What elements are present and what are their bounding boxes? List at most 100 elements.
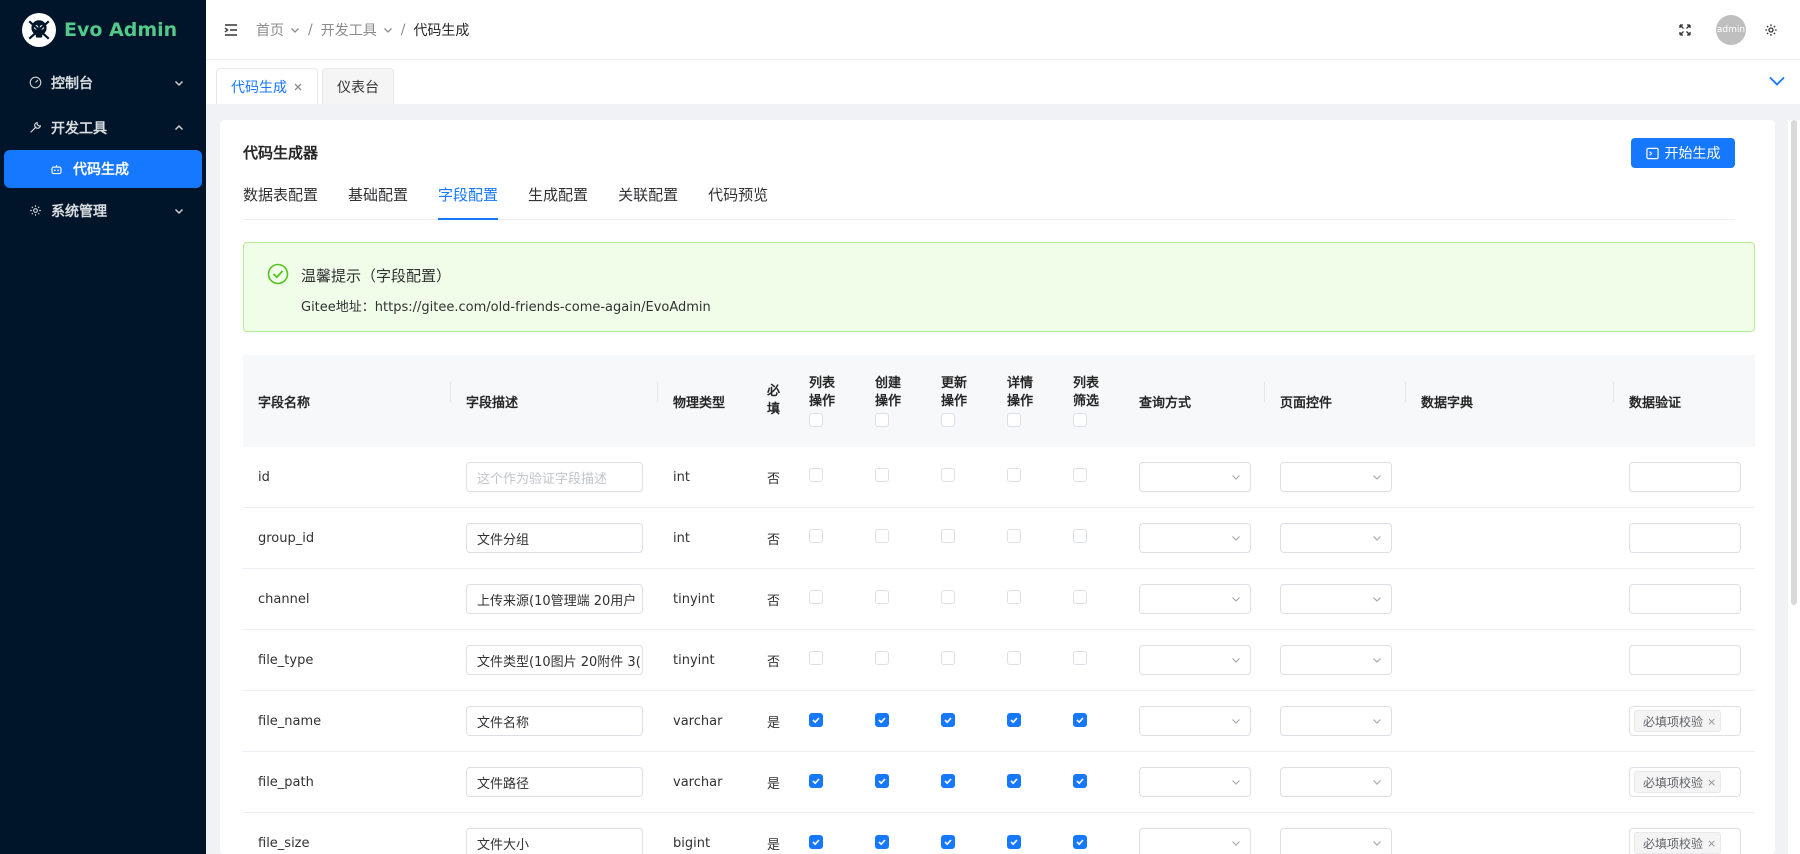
detail-op-checkbox[interactable] bbox=[1007, 774, 1021, 788]
detail-op-checkbox[interactable] bbox=[1007, 835, 1021, 849]
page-control-select[interactable] bbox=[1280, 706, 1392, 736]
validation-select[interactable]: 必填项校验 × bbox=[1629, 828, 1741, 854]
list-filter-checkbox[interactable] bbox=[1073, 468, 1087, 482]
select-all-checkbox[interactable] bbox=[1073, 413, 1087, 427]
tab-generate-config[interactable]: 生成配置 bbox=[528, 184, 588, 220]
field-desc-input[interactable]: 文件名称 bbox=[466, 706, 643, 736]
create-op-checkbox[interactable] bbox=[875, 651, 889, 665]
list-op-checkbox[interactable] bbox=[809, 774, 823, 788]
breadcrumb-home[interactable]: 首页 bbox=[256, 20, 284, 40]
create-op-checkbox[interactable] bbox=[875, 835, 889, 849]
list-op-checkbox[interactable] bbox=[809, 529, 823, 543]
list-filter-checkbox[interactable] bbox=[1073, 774, 1087, 788]
th-line2: 筛选 bbox=[1073, 394, 1100, 409]
logo[interactable]: Evo Admin bbox=[0, 0, 206, 60]
detail-op-checkbox[interactable] bbox=[1007, 590, 1021, 604]
start-generate-button[interactable]: 开始生成 bbox=[1631, 138, 1735, 168]
list-filter-checkbox[interactable] bbox=[1073, 835, 1087, 849]
query-method-select[interactable] bbox=[1139, 584, 1251, 614]
tab-dashboard[interactable]: 仪表台 bbox=[322, 68, 394, 104]
tag-close-icon[interactable]: × bbox=[1707, 837, 1716, 850]
sidebar-item-dev-tools[interactable]: 开发工具 bbox=[0, 105, 206, 150]
query-method-select[interactable] bbox=[1139, 645, 1251, 675]
update-op-checkbox[interactable] bbox=[941, 468, 955, 482]
page-scrollbar[interactable] bbox=[1788, 120, 1800, 854]
update-op-checkbox[interactable] bbox=[941, 774, 955, 788]
avatar[interactable]: admin bbox=[1716, 14, 1746, 45]
create-op-checkbox[interactable] bbox=[875, 468, 889, 482]
update-op-checkbox[interactable] bbox=[941, 529, 955, 543]
validation-select[interactable] bbox=[1629, 462, 1741, 492]
chevron-down-icon bbox=[1372, 716, 1382, 726]
field-desc-input[interactable]: 上传来源(10管理端 20用户 bbox=[466, 584, 643, 614]
create-op-checkbox[interactable] bbox=[875, 529, 889, 543]
close-icon[interactable] bbox=[293, 82, 303, 92]
page-control-select[interactable] bbox=[1280, 645, 1392, 675]
query-method-select[interactable] bbox=[1139, 462, 1251, 492]
update-op-checkbox[interactable] bbox=[941, 651, 955, 665]
page-control-select[interactable] bbox=[1280, 523, 1392, 553]
update-op-checkbox[interactable] bbox=[941, 590, 955, 604]
tab-field-config[interactable]: 字段配置 bbox=[438, 184, 499, 220]
tab-basic-config[interactable]: 基础配置 bbox=[348, 184, 408, 220]
list-op-checkbox[interactable] bbox=[809, 468, 823, 482]
page-control-select[interactable] bbox=[1280, 828, 1392, 854]
update-op-checkbox[interactable] bbox=[941, 713, 955, 727]
detail-op-checkbox[interactable] bbox=[1007, 651, 1021, 665]
sidebar-item-system[interactable]: 系统管理 bbox=[0, 188, 206, 233]
query-method-select[interactable] bbox=[1139, 767, 1251, 797]
field-desc-input[interactable]: 文件类型(10图片 20附件 3( bbox=[466, 645, 643, 675]
field-desc-input[interactable]: 文件大小 bbox=[466, 828, 643, 854]
tag-close-icon[interactable]: × bbox=[1707, 715, 1716, 728]
select-all-checkbox[interactable] bbox=[809, 413, 823, 427]
th-line2: 操作 bbox=[809, 394, 836, 409]
create-op-checkbox[interactable] bbox=[875, 713, 889, 727]
chevron-down-icon[interactable] bbox=[290, 25, 300, 35]
detail-op-checkbox[interactable] bbox=[1007, 468, 1021, 482]
list-filter-checkbox[interactable] bbox=[1073, 713, 1087, 727]
page-control-select[interactable] bbox=[1280, 767, 1392, 797]
validation-select[interactable]: 必填项校验 × bbox=[1629, 767, 1741, 797]
chevron-down-icon[interactable] bbox=[383, 25, 393, 35]
fullscreen-icon[interactable] bbox=[1678, 23, 1692, 37]
tag-close-icon[interactable]: × bbox=[1707, 776, 1716, 789]
field-desc-input[interactable]: 文件路径 bbox=[466, 767, 643, 797]
validation-select[interactable] bbox=[1629, 645, 1741, 675]
query-method-select[interactable] bbox=[1139, 706, 1251, 736]
query-method-select[interactable] bbox=[1139, 523, 1251, 553]
tab-table-config[interactable]: 数据表配置 bbox=[243, 184, 318, 220]
list-filter-checkbox[interactable] bbox=[1073, 651, 1087, 665]
select-all-checkbox[interactable] bbox=[1007, 413, 1021, 427]
list-filter-checkbox[interactable] bbox=[1073, 590, 1087, 604]
tab-relation-config[interactable]: 关联配置 bbox=[618, 184, 678, 220]
list-op-checkbox[interactable] bbox=[809, 713, 823, 727]
list-filter-checkbox[interactable] bbox=[1073, 529, 1087, 543]
detail-op-checkbox[interactable] bbox=[1007, 529, 1021, 543]
page-control-select[interactable] bbox=[1280, 584, 1392, 614]
sidebar-item-code-gen[interactable]: 代码生成 bbox=[4, 150, 202, 188]
sidebar-item-dashboard[interactable]: 控制台 bbox=[0, 60, 206, 105]
select-all-checkbox[interactable] bbox=[875, 413, 889, 427]
create-op-checkbox[interactable] bbox=[875, 774, 889, 788]
page-control-select[interactable] bbox=[1280, 462, 1392, 492]
tab-code-preview[interactable]: 代码预览 bbox=[708, 184, 768, 220]
breadcrumb-dev-tools[interactable]: 开发工具 bbox=[321, 20, 377, 40]
query-method-select[interactable] bbox=[1139, 828, 1251, 854]
list-op-checkbox[interactable] bbox=[809, 590, 823, 604]
tabs-dropdown-chevron-icon[interactable] bbox=[1768, 72, 1786, 90]
list-op-checkbox[interactable] bbox=[809, 835, 823, 849]
tab-code-gen[interactable]: 代码生成 bbox=[216, 68, 318, 104]
validation-select[interactable] bbox=[1629, 523, 1741, 553]
update-op-checkbox[interactable] bbox=[941, 835, 955, 849]
settings-gear-icon[interactable] bbox=[1764, 23, 1778, 37]
create-op-checkbox[interactable] bbox=[875, 590, 889, 604]
list-op-checkbox[interactable] bbox=[809, 651, 823, 665]
scrollbar-thumb[interactable] bbox=[1791, 120, 1797, 605]
menu-fold-icon[interactable] bbox=[224, 23, 238, 37]
field-desc-input[interactable]: 这个作为验证字段描述 bbox=[466, 462, 643, 492]
validation-select[interactable] bbox=[1629, 584, 1741, 614]
field-desc-input[interactable]: 文件分组 bbox=[466, 523, 643, 553]
select-all-checkbox[interactable] bbox=[941, 413, 955, 427]
validation-select[interactable]: 必填项校验 × bbox=[1629, 706, 1741, 736]
detail-op-checkbox[interactable] bbox=[1007, 713, 1021, 727]
